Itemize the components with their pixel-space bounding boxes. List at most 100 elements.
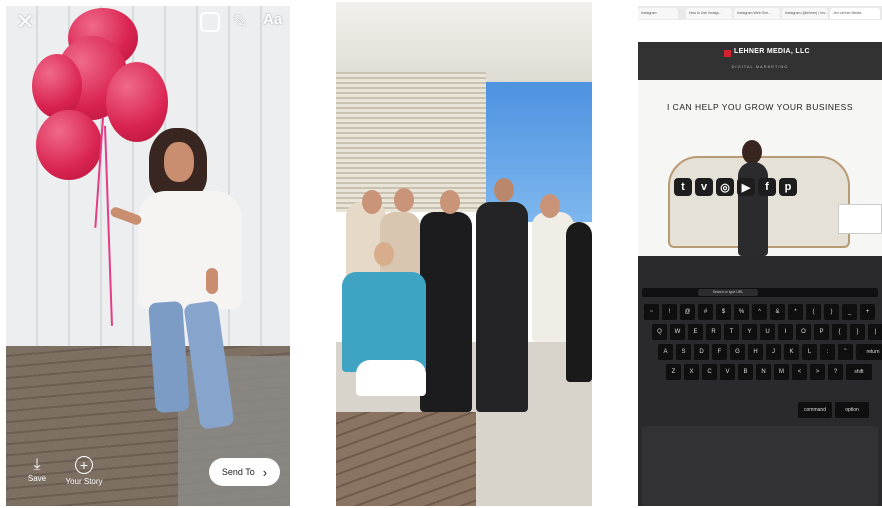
- key[interactable]: J: [766, 344, 781, 360]
- key[interactable]: ?: [828, 364, 843, 380]
- pen-icon[interactable]: ✎: [233, 12, 247, 32]
- key[interactable]: |: [868, 324, 882, 340]
- site-header: LEHNER MEDIA, LLC DIGITAL MARKETING: [638, 42, 882, 80]
- key[interactable]: @: [680, 304, 695, 320]
- touchbar-search[interactable]: Search or type URL: [698, 289, 758, 296]
- key[interactable]: O: [796, 324, 811, 340]
- key[interactable]: E: [688, 324, 703, 340]
- key[interactable]: %: [734, 304, 749, 320]
- browser-tab[interactable]: Instagram (@lehner) • Ins...: [782, 8, 828, 19]
- send-to-button[interactable]: Send To ›: [209, 458, 280, 486]
- key[interactable]: N: [756, 364, 771, 380]
- person-head: [742, 140, 762, 164]
- balloon: [106, 62, 168, 142]
- key[interactable]: U: [760, 324, 775, 340]
- key[interactable]: shift: [846, 364, 872, 380]
- key[interactable]: return: [856, 344, 882, 360]
- key[interactable]: (: [806, 304, 821, 320]
- wood-deck: [336, 412, 476, 506]
- key[interactable]: Z: [666, 364, 681, 380]
- site-tagline: DIGITAL MARKETING: [731, 64, 789, 69]
- key[interactable]: B: [738, 364, 753, 380]
- key[interactable]: *: [788, 304, 803, 320]
- key[interactable]: }: [850, 324, 865, 340]
- key[interactable]: T: [724, 324, 739, 340]
- browser-toolbar: [638, 20, 882, 43]
- key[interactable]: &: [770, 304, 785, 320]
- story-editor-panel: ✕ ✎ Aa ⤓ Save + Your Story Send To ›: [6, 6, 290, 506]
- key[interactable]: K: [784, 344, 799, 360]
- key[interactable]: <: [792, 364, 807, 380]
- key[interactable]: F: [712, 344, 727, 360]
- person: [738, 162, 768, 256]
- key[interactable]: ": [838, 344, 853, 360]
- vimeo-icon[interactable]: v: [695, 178, 713, 196]
- person-head: [540, 194, 560, 218]
- key[interactable]: X: [684, 364, 699, 380]
- key[interactable]: option: [835, 402, 869, 418]
- key[interactable]: R: [706, 324, 721, 340]
- person-head: [374, 242, 394, 266]
- twitter-icon[interactable]: t: [674, 178, 692, 196]
- browser-tab-bar: Instagram How to Use Instagr... Instagra…: [638, 6, 882, 20]
- add-story-icon: +: [75, 456, 93, 474]
- download-icon: ⤓: [33, 456, 41, 473]
- your-story-button[interactable]: + Your Story: [63, 456, 105, 486]
- key[interactable]: #: [698, 304, 713, 320]
- key[interactable]: H: [748, 344, 763, 360]
- woman-face: [164, 142, 194, 182]
- key[interactable]: V: [720, 364, 735, 380]
- key[interactable]: W: [670, 324, 685, 340]
- key[interactable]: C: [702, 364, 717, 380]
- key[interactable]: >: [810, 364, 825, 380]
- key[interactable]: M: [774, 364, 789, 380]
- person: [566, 222, 592, 382]
- key[interactable]: ): [824, 304, 839, 320]
- close-icon[interactable]: ✕: [16, 11, 34, 33]
- key[interactable]: _: [842, 304, 857, 320]
- key[interactable]: Y: [742, 324, 757, 340]
- key[interactable]: S: [676, 344, 691, 360]
- key[interactable]: L: [802, 344, 817, 360]
- key[interactable]: Q: [652, 324, 667, 340]
- touch-bar: [642, 288, 878, 297]
- person-head: [362, 190, 382, 214]
- key[interactable]: +: [860, 304, 875, 320]
- key[interactable]: {: [832, 324, 847, 340]
- sticker-icon[interactable]: [200, 12, 220, 32]
- person: [356, 360, 426, 396]
- chevron-right-icon: ›: [262, 464, 268, 480]
- browser-tab[interactable]: How to Use Instagr...: [686, 8, 732, 19]
- save-button[interactable]: ⤓ Save: [22, 456, 52, 483]
- person-head: [494, 178, 514, 202]
- youtube-icon[interactable]: ▶: [737, 178, 755, 196]
- key[interactable]: I: [778, 324, 793, 340]
- key[interactable]: ^: [752, 304, 767, 320]
- chat-popup[interactable]: [838, 204, 882, 234]
- woman-arm: [206, 268, 218, 294]
- browser-tab-active[interactable]: Jen Lehner Media: [830, 8, 880, 19]
- key[interactable]: $: [716, 304, 731, 320]
- logo-mark: [724, 50, 731, 57]
- browser-tab[interactable]: Instagram Web Gen...: [734, 8, 780, 19]
- browser-tab[interactable]: Instagram: [638, 8, 678, 19]
- site-logo[interactable]: LEHNER MEDIA, LLC: [734, 48, 810, 55]
- person: [342, 272, 426, 372]
- trackpad[interactable]: [642, 426, 878, 506]
- instagram-icon[interactable]: ◎: [716, 178, 734, 196]
- person: [420, 212, 472, 412]
- key[interactable]: G: [730, 344, 745, 360]
- text-tool-button[interactable]: Aa: [263, 11, 282, 28]
- facebook-icon[interactable]: f: [758, 178, 776, 196]
- key[interactable]: command: [798, 402, 832, 418]
- key[interactable]: D: [694, 344, 709, 360]
- pinterest-icon[interactable]: p: [779, 178, 797, 196]
- key[interactable]: P: [814, 324, 829, 340]
- key[interactable]: !: [662, 304, 677, 320]
- balloon: [36, 110, 102, 180]
- key[interactable]: :: [820, 344, 835, 360]
- person: [476, 202, 528, 412]
- key[interactable]: ~: [644, 304, 659, 320]
- key[interactable]: A: [658, 344, 673, 360]
- balloon: [32, 54, 82, 118]
